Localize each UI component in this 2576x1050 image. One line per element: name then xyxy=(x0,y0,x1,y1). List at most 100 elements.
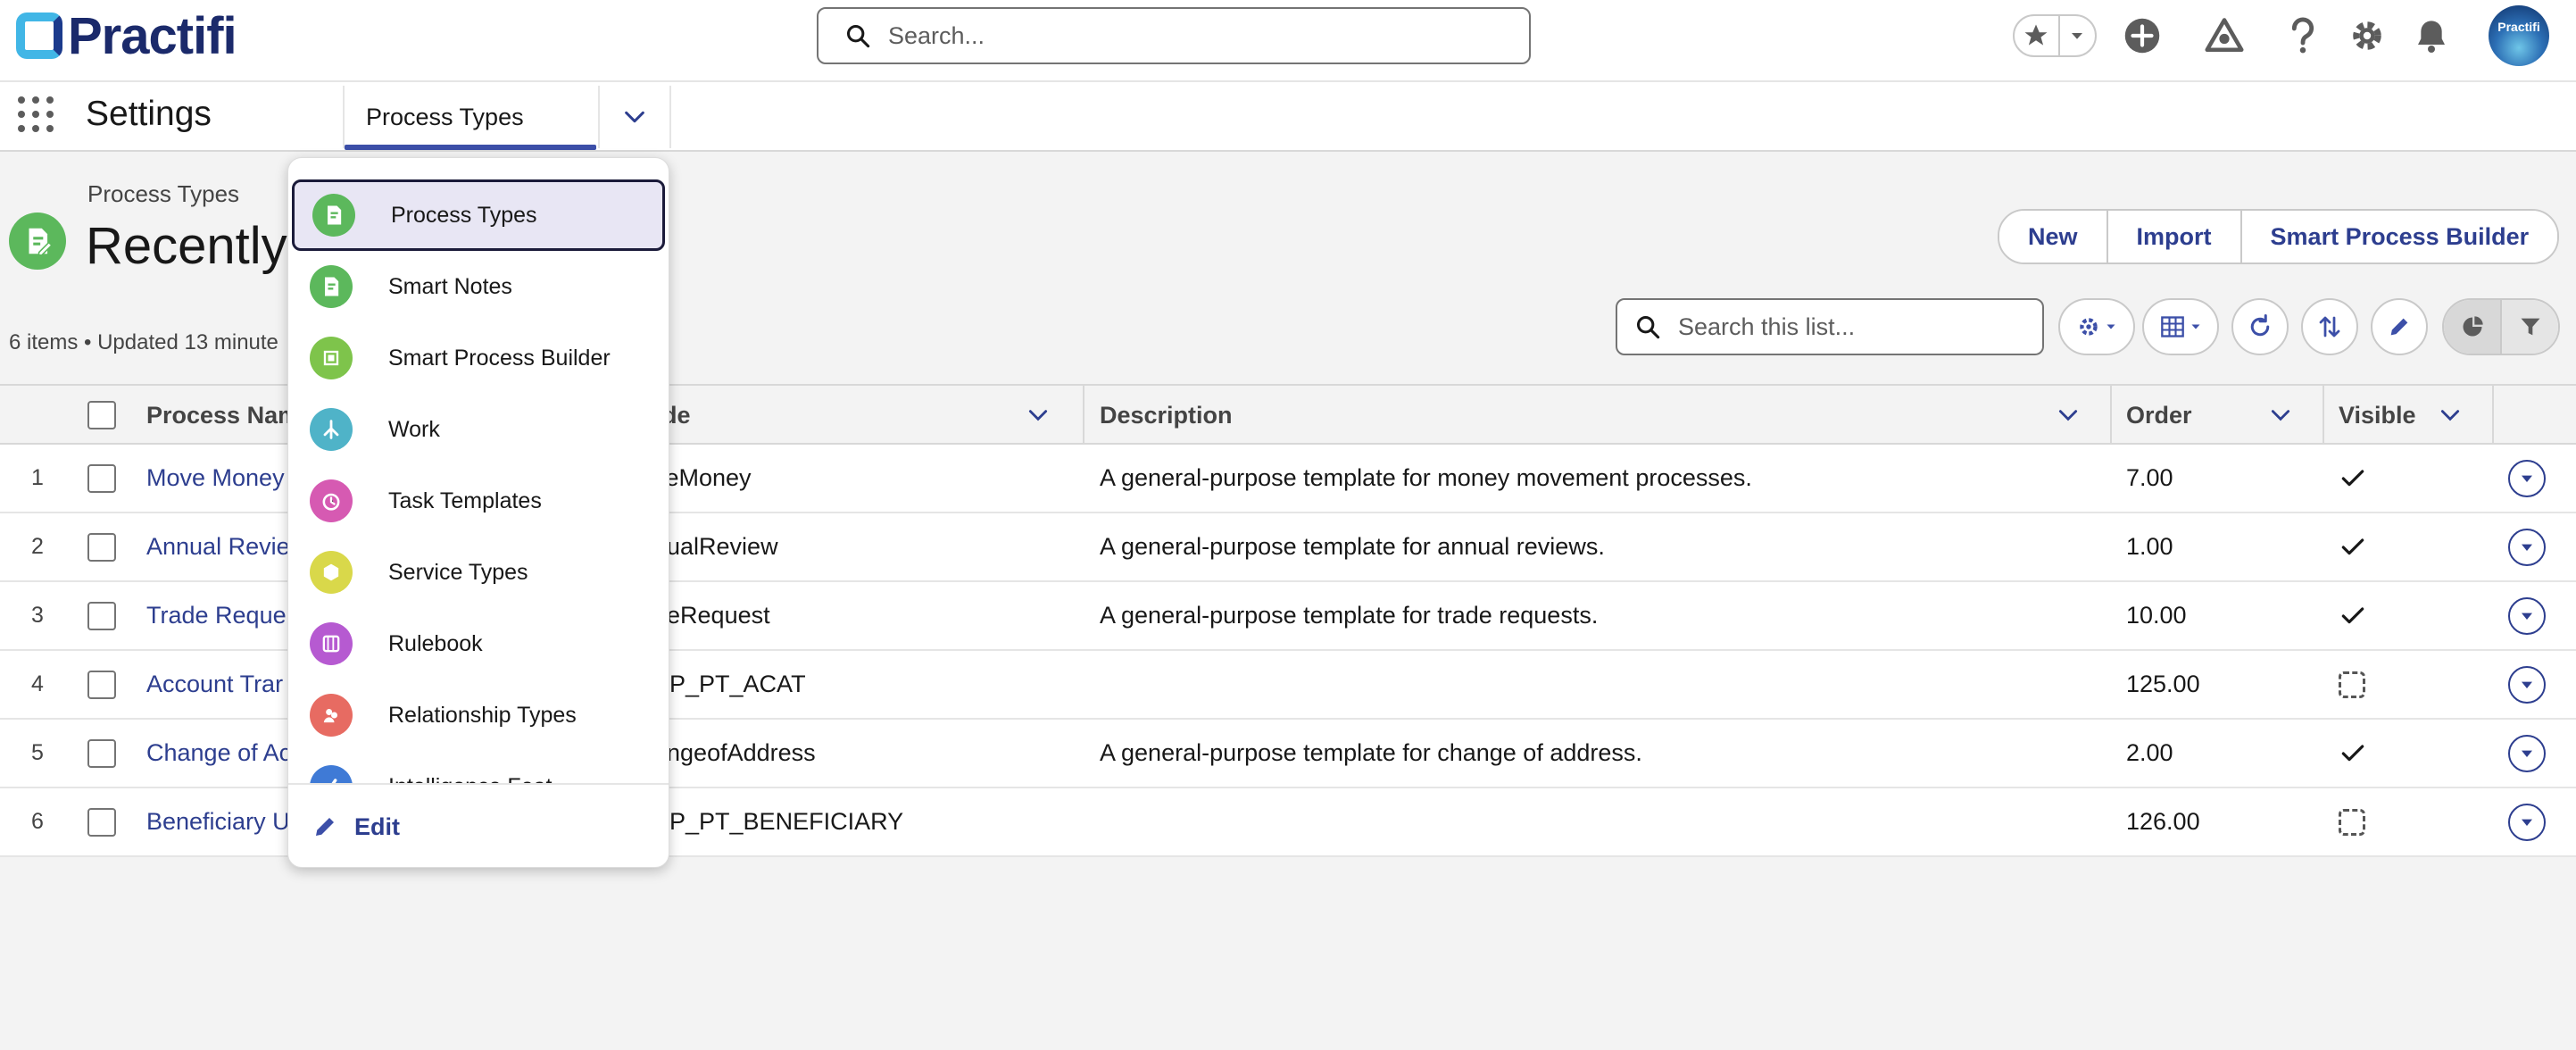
filter-icon xyxy=(2521,318,2539,336)
list-view-controls-button[interactable] xyxy=(2058,298,2135,355)
pencil-icon xyxy=(2390,318,2408,336)
process-name-link[interactable]: Trade Reque xyxy=(146,582,287,649)
column-header-description[interactable]: Description xyxy=(1100,386,1233,445)
smart-process-builder-icon xyxy=(310,337,353,379)
row-number: 1 xyxy=(31,465,44,490)
process-name-link[interactable]: Annual Revie xyxy=(146,513,290,580)
description-cell: A general-purpose template for money mov… xyxy=(1100,464,1752,491)
table-icon xyxy=(2161,316,2184,338)
list-search-input[interactable]: Search this list... xyxy=(1616,298,2044,355)
list-actions: New Import Smart Process Builder xyxy=(1998,209,2560,264)
intelligence-icon xyxy=(310,765,353,783)
dropdown-item-task-templates[interactable]: Task Templates xyxy=(288,465,669,537)
dropdown-item-rulebook[interactable]: Rulebook xyxy=(288,608,669,679)
row-actions-button[interactable] xyxy=(2508,788,2546,855)
pie-chart-icon xyxy=(2463,316,2483,337)
gear-icon xyxy=(2080,318,2098,336)
process-name-link[interactable]: Beneficiary U xyxy=(146,788,290,855)
smart-notes-icon xyxy=(310,265,353,308)
dropdown-list: Process Types Smart Notes Smart Process Bu… xyxy=(288,158,669,783)
select-all-checkbox[interactable] xyxy=(87,386,116,445)
order-cell: 7.00 xyxy=(2126,464,2173,491)
column-menu-chevron-icon[interactable] xyxy=(2269,386,2292,445)
process-name-link[interactable]: Move Money xyxy=(146,445,285,512)
row-actions-button[interactable] xyxy=(2508,720,2546,787)
column-header-name[interactable]: Process Nam xyxy=(146,386,299,445)
code-cell: deRequest xyxy=(653,602,770,629)
order-cell: 126.00 xyxy=(2126,808,2200,835)
service-types-icon xyxy=(310,551,353,594)
setup-gear-icon[interactable] xyxy=(2344,12,2390,59)
dropdown-item-label: Task Templates xyxy=(388,488,542,513)
user-avatar[interactable]: Practifi xyxy=(2489,5,2549,66)
row-checkbox[interactable] xyxy=(87,788,116,855)
filter-button[interactable] xyxy=(2502,300,2558,354)
row-number: 3 xyxy=(31,603,44,628)
list-view-title[interactable]: Recently xyxy=(86,216,287,276)
visible-unchecked-icon xyxy=(2339,788,2365,855)
row-checkbox[interactable] xyxy=(87,513,116,580)
dropdown-item-process-types[interactable]: Process Types xyxy=(292,179,665,251)
row-number: 4 xyxy=(31,671,44,696)
search-placeholder: Search... xyxy=(888,21,985,49)
visible-checked-icon xyxy=(2339,720,2367,787)
favorites-dropdown-icon[interactable] xyxy=(2060,16,2095,55)
row-actions-button[interactable] xyxy=(2508,445,2546,512)
new-button[interactable]: New xyxy=(1999,211,2108,262)
inline-edit-button[interactable] xyxy=(2371,298,2428,355)
column-header-visible[interactable]: Visible xyxy=(2339,386,2416,445)
task-templates-icon xyxy=(310,479,353,522)
description-cell: A general-purpose template for trade req… xyxy=(1100,602,1599,629)
dropdown-item-intelligence[interactable]: Intelligence Feat... xyxy=(288,751,669,783)
help-icon[interactable] xyxy=(2280,12,2326,59)
row-actions-button[interactable] xyxy=(2508,513,2546,580)
caret-down-icon xyxy=(2107,324,2115,329)
dropdown-item-smart-notes[interactable]: Smart Notes xyxy=(288,251,669,322)
description-cell: A general-purpose template for annual re… xyxy=(1100,533,1605,560)
nav-tab-process-types[interactable]: Process Types xyxy=(343,86,596,150)
dropdown-item-smart-process-builder[interactable]: Smart Process Builder xyxy=(288,322,669,394)
dropdown-item-label: Rulebook xyxy=(388,630,483,656)
app-nav-bar: Settings Process Types xyxy=(0,82,2576,152)
row-number: 2 xyxy=(31,534,44,559)
notifications-bell-icon[interactable] xyxy=(2408,12,2455,59)
trailhead-icon[interactable] xyxy=(2201,12,2248,59)
column-menu-chevron-icon[interactable] xyxy=(2439,386,2462,445)
global-header: Practifi Search... Practifi xyxy=(0,0,2576,82)
column-menu-chevron-icon[interactable] xyxy=(1026,386,1050,445)
favorites-star-icon[interactable] xyxy=(2015,16,2060,55)
import-button[interactable]: Import xyxy=(2107,211,2242,262)
process-name-link[interactable]: Account Trar xyxy=(146,651,283,718)
row-checkbox[interactable] xyxy=(87,720,116,787)
chart-filter-group xyxy=(2442,298,2560,355)
display-as-table-button[interactable] xyxy=(2142,298,2219,355)
row-actions-button[interactable] xyxy=(2508,651,2546,718)
process-name-link[interactable]: Change of Ac xyxy=(146,720,291,787)
row-actions-button[interactable] xyxy=(2508,582,2546,649)
row-checkbox[interactable] xyxy=(87,651,116,718)
order-cell: 125.00 xyxy=(2126,671,2200,697)
sort-button[interactable] xyxy=(2301,298,2358,355)
global-actions-icon[interactable] xyxy=(2119,12,2165,59)
global-search-input[interactable]: Search... xyxy=(817,7,1531,64)
app-name: Settings xyxy=(86,95,212,133)
logo-mark-icon xyxy=(16,12,62,59)
row-checkbox[interactable] xyxy=(87,445,116,512)
dropdown-item-work[interactable]: Work xyxy=(288,394,669,465)
pencil-icon xyxy=(316,818,334,836)
refresh-button[interactable] xyxy=(2231,298,2289,355)
row-checkbox[interactable] xyxy=(87,582,116,649)
caret-down-icon xyxy=(2191,324,2200,329)
order-cell: 10.00 xyxy=(2126,602,2187,629)
edit-nav-items-button[interactable]: Edit xyxy=(288,783,669,867)
smart-process-builder-button[interactable]: Smart Process Builder xyxy=(2241,211,2558,262)
dropdown-item-service-types[interactable]: Service Types xyxy=(288,537,669,608)
column-header-order[interactable]: Order xyxy=(2126,386,2192,445)
code-cell: nualReview xyxy=(653,533,778,560)
column-menu-chevron-icon[interactable] xyxy=(2057,386,2080,445)
nav-tab-menu-button[interactable] xyxy=(598,86,671,148)
practifi-logo[interactable]: Practifi xyxy=(16,7,237,65)
app-launcher-icon[interactable] xyxy=(16,95,55,134)
chart-button[interactable] xyxy=(2444,300,2502,354)
dropdown-item-relationship-types[interactable]: Relationship Types xyxy=(288,679,669,751)
